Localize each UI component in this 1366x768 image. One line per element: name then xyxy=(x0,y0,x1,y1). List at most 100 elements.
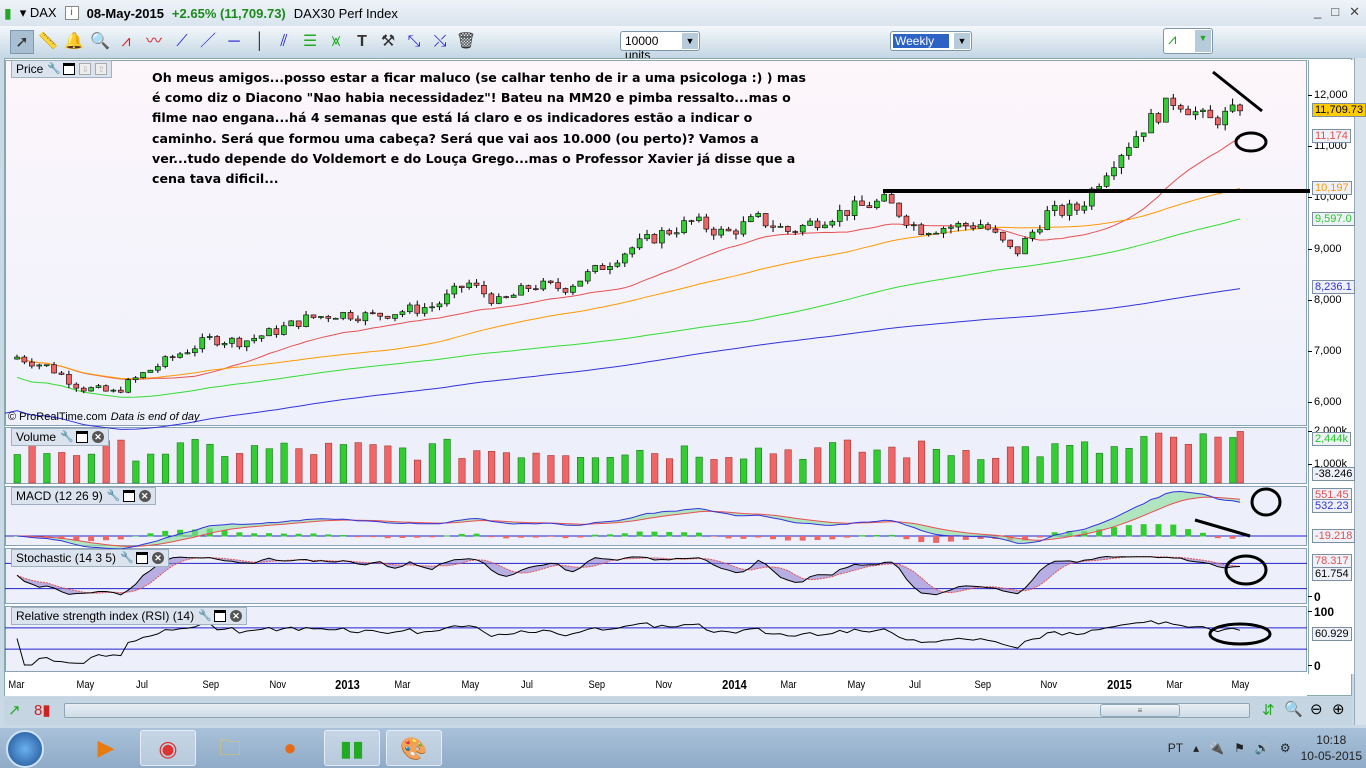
power-icon[interactable]: 🔌 xyxy=(1209,741,1224,755)
wrench-icon[interactable]: 🔧 xyxy=(120,552,134,564)
ma200-tag: 8,236.1 xyxy=(1312,280,1355,294)
close-button[interactable]: ✕ xyxy=(1349,4,1360,20)
zoom-icon[interactable]: 🔍 xyxy=(88,30,112,54)
time: 10:18 xyxy=(1316,733,1347,747)
network-icon[interactable]: ⚙ xyxy=(1280,741,1291,755)
close-icon[interactable]: ✕ xyxy=(138,490,151,502)
window-icon[interactable] xyxy=(63,63,76,75)
zoom-out-icon[interactable]: ⊖ xyxy=(1310,700,1323,718)
taskbar-media-player[interactable]: ▶ xyxy=(78,730,134,766)
panel-title: Relative strength index (RSI) (14) xyxy=(16,609,195,623)
zoom-in-icon[interactable]: ⊕ xyxy=(1332,700,1345,718)
regression-icon[interactable]: ⩙ xyxy=(324,30,348,54)
period-value: Weekly xyxy=(893,34,949,48)
info-icon[interactable]: i xyxy=(64,6,79,20)
segment-icon[interactable]: ⟋ xyxy=(170,30,194,54)
macd-panel[interactable]: MACD (12 26 9) 🔧 ✕ xyxy=(5,486,1307,546)
properties-tools-icon[interactable]: ⚒ xyxy=(376,30,400,54)
show-hidden-icons[interactable]: ▴ xyxy=(1193,741,1199,755)
panel-title: Stochastic (14 3 5) xyxy=(16,551,117,565)
copyright: © ProRealTime.com xyxy=(8,411,107,423)
symbol-dropdown[interactable]: ▾ DAX xyxy=(20,5,57,21)
chevron-down-icon: ▼ xyxy=(954,33,970,49)
language-indicator[interactable]: PT xyxy=(1168,741,1183,755)
window-icon[interactable] xyxy=(136,552,149,564)
clock[interactable]: 10:18 10-05-2015 xyxy=(1301,732,1362,764)
taskbar-prorealtime[interactable]: ▮▮ xyxy=(324,730,380,766)
taskbar-firefox[interactable]: ● xyxy=(262,730,318,766)
taskbar-paint[interactable]: 🎨 xyxy=(386,730,442,766)
ruler-icon[interactable]: 📏 xyxy=(36,30,60,54)
minimize-button[interactable]: _ xyxy=(1314,4,1321,20)
rsi-tag: 60.929 xyxy=(1312,627,1352,641)
horizontal-line-icon[interactable]: ─ xyxy=(222,30,246,54)
close-icon[interactable]: ✕ xyxy=(152,552,165,564)
move-icon[interactable]: ⤡ xyxy=(402,30,426,54)
wrench-icon[interactable]: 🔧 xyxy=(47,63,61,75)
taskbar-chrome[interactable]: ◉ xyxy=(140,730,196,766)
stoch-k-tag: 78.317 xyxy=(1312,554,1352,568)
symbol: DAX xyxy=(29,5,57,20)
quote-date: 08-May-2015 xyxy=(86,5,164,21)
time-tick-label: Jul xyxy=(909,679,922,691)
time-tick-label: Jul xyxy=(136,679,149,691)
vertical-scrollbar[interactable] xyxy=(1354,58,1366,725)
window-icon[interactable] xyxy=(122,490,135,502)
axis-label: 0 xyxy=(1308,590,1321,604)
wrench-icon[interactable]: 🔧 xyxy=(107,490,121,502)
add-indicator-button[interactable]: ⩘ ▼ xyxy=(1163,28,1213,54)
time-tick-label: 2014 xyxy=(722,677,747,692)
time-tick-label: Mar xyxy=(8,679,25,691)
units-dropdown[interactable]: 10000 units ▼ xyxy=(620,31,700,62)
title-bar: ▮ ▾ DAX i 08-May-2015 +2.65% (11,709.73)… xyxy=(0,0,1366,26)
export-icon[interactable]: ↗ xyxy=(8,701,21,719)
volume-icon[interactable]: 🔊 xyxy=(1255,741,1270,755)
chart-type-icon[interactable]: 8▮ xyxy=(34,701,51,719)
instrument-name: DAX30 Perf Index xyxy=(293,5,398,21)
wrench-icon[interactable]: 🔧 xyxy=(198,610,212,622)
move-down-icon[interactable]: ⇩ xyxy=(79,63,92,75)
date: 10-05-2015 xyxy=(1300,749,1362,763)
axis-label: 0 xyxy=(1308,659,1321,673)
data-note: Data is end of day xyxy=(110,411,200,423)
chevron-down-icon: ▼ xyxy=(1195,30,1211,52)
panel-title: Volume xyxy=(16,430,57,444)
macd-hist-tag: -19.218 xyxy=(1312,529,1356,543)
line-icon[interactable]: ／ xyxy=(196,30,220,54)
fan-icon[interactable]: ⩘ xyxy=(114,30,138,54)
ma100-tag: 9,597.0 xyxy=(1312,212,1355,226)
parallel-lines-icon[interactable]: ⫽ xyxy=(272,30,296,54)
wrench-icon[interactable]: 🔧 xyxy=(60,431,74,443)
autoscale-icon[interactable]: ⇵ xyxy=(1262,701,1275,719)
start-button[interactable] xyxy=(6,730,44,768)
alert-bell-icon[interactable]: 🔔 xyxy=(62,30,86,54)
pointer-icon[interactable]: ➚ xyxy=(10,30,34,54)
stochastic-panel[interactable]: Stochastic (14 3 5) 🔧 ✕ xyxy=(5,548,1307,604)
maximize-button[interactable]: □ xyxy=(1331,4,1339,20)
scrollbar-thumb[interactable]: ≡ xyxy=(1100,704,1180,717)
zoom-fit-icon[interactable]: 🔍 xyxy=(1284,700,1303,718)
fibonacci-icon[interactable]: ☰ xyxy=(298,30,322,54)
close-icon[interactable]: ✕ xyxy=(92,431,105,443)
candlestick-icon[interactable]: ▮ xyxy=(4,5,12,22)
vertical-line-icon[interactable]: │ xyxy=(248,30,272,54)
price-tick-label: 6,000 xyxy=(1308,396,1342,408)
volume-panel[interactable]: Volume 🔧 ✕ xyxy=(5,427,1307,484)
last-price-tag: 11,709.73 xyxy=(1312,103,1366,117)
cross-line-icon[interactable]: ⤯ xyxy=(428,30,452,54)
panel-title: MACD (12 26 9) xyxy=(16,489,103,503)
channel-icon[interactable]: 〰 xyxy=(142,30,166,54)
horizontal-scrollbar[interactable] xyxy=(64,703,1250,718)
window-icon[interactable] xyxy=(214,610,227,622)
period-dropdown[interactable]: Weekly ▼ xyxy=(890,31,972,51)
trash-icon[interactable]: 🗑 xyxy=(454,30,478,54)
taskbar-explorer[interactable]: 🗀 xyxy=(202,730,258,766)
close-icon[interactable]: ✕ xyxy=(230,610,243,622)
flag-icon[interactable]: ⚑ xyxy=(1234,741,1245,755)
text-tool-icon[interactable]: T xyxy=(350,30,374,54)
window-icon[interactable] xyxy=(76,431,89,443)
move-up-icon[interactable]: ⇧ xyxy=(95,63,108,75)
rsi-panel[interactable]: Relative strength index (RSI) (14) 🔧 ✕ xyxy=(5,606,1307,672)
time-tick-label: Sep xyxy=(202,679,220,691)
time-tick-label: Sep xyxy=(588,679,606,691)
